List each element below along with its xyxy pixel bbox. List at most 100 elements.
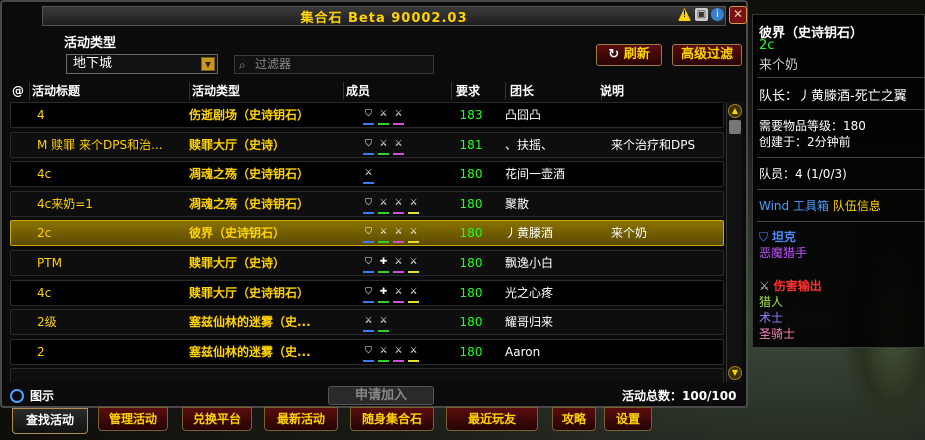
row-members: ⚔ ⚔ — [363, 310, 443, 335]
scroll-thumb[interactable] — [729, 120, 741, 134]
row-members: ⛉ ⚔ ⚔ ⚔ — [363, 221, 443, 246]
detail-note: 来个奶 — [759, 58, 799, 73]
search-icon: ⌕ — [239, 58, 246, 72]
toolbox-suffix: 队伍信息 — [832, 199, 881, 213]
dps-role-icon: ⚔ — [378, 139, 389, 155]
tab-2[interactable]: 兑换平台 — [182, 407, 252, 431]
class-color-bar — [408, 211, 419, 214]
dps-role-icon: ⚔ — [393, 287, 404, 303]
tab-5[interactable]: 最近玩友 — [446, 407, 538, 431]
filter-input[interactable]: ⌕ 过滤器 — [234, 55, 434, 74]
tab-7[interactable]: 设置 — [604, 407, 652, 431]
dps-role-icon: ⚔ — [408, 287, 419, 303]
class-color-bar — [378, 123, 389, 125]
apply-button[interactable]: 申请加入 — [328, 386, 434, 405]
class-color-bar — [378, 330, 389, 333]
list-row[interactable]: PTM 赎罪大厅（史诗） ⛉ ✚ ⚔ ⚔ 180 飘逸小白 — [10, 250, 724, 276]
list-row[interactable]: 4 伤逝剧场（史诗钥石） ⛉ ⚔ ⚔ 183 凸囧凸 — [10, 102, 724, 128]
row-type: 塞兹仙林的迷雾（史... — [189, 344, 311, 359]
legend-label[interactable]: 图示 — [30, 387, 54, 404]
class-color-bar — [408, 241, 419, 244]
class-color-bar — [363, 152, 374, 155]
detail-dungeon: 彼界（史诗钥石） — [759, 26, 864, 41]
row-title: 2级 — [37, 315, 57, 330]
total-count: 活动总数：100/100 — [622, 389, 737, 403]
class-color-bar — [363, 123, 374, 125]
tab-4[interactable]: 随身集合石 — [350, 407, 434, 431]
column-req[interactable]: 要求 — [456, 82, 506, 100]
row-leader: 、扶摇、 — [505, 137, 554, 152]
divider — [757, 157, 925, 158]
detail-members: 队员：4 (1/0/3) — [759, 167, 847, 181]
row-requirement: 180 — [459, 226, 483, 241]
dps-member-1: 猎人 — [759, 295, 784, 309]
list-row[interactable]: ......... — [10, 368, 724, 382]
class-color-bar — [363, 300, 374, 303]
info-icon[interactable]: i — [711, 8, 724, 21]
dps-role-icon: ⚔ — [393, 198, 404, 214]
tab-6[interactable]: 攻略 — [552, 407, 596, 431]
column-title[interactable]: 活动标题 — [32, 82, 190, 100]
column-note[interactable]: 说明 — [600, 82, 720, 100]
list-row[interactable]: 2 塞兹仙林的迷雾（史... ⛉ ⚔ ⚔ ⚔ 180 Aaron — [10, 338, 724, 365]
column-type[interactable]: 活动类型 — [192, 82, 344, 100]
list-row[interactable]: M 赎罪 来个DPS和治... 赎罪大厅（史诗） ⛉ ⚔ ⚔ 181 、扶摇、 来个治疗和DP… — [10, 131, 724, 158]
class-color-bar — [393, 152, 404, 155]
tank-role-icon: ⛉ — [363, 287, 374, 303]
row-type: 赎罪大厅（史诗） — [189, 137, 286, 152]
dps-role-icon: ⚔ — [378, 198, 389, 214]
row-requirement: 180 — [459, 196, 483, 211]
class-color-bar — [393, 271, 404, 273]
refresh-label: 刷新 — [623, 47, 650, 62]
class-color-bar — [363, 241, 374, 244]
list-row[interactable]: 4c 赎罪大厅（史诗钥石） ⛉ ✚ ⚔ ⚔ 180 光之心疼 — [10, 279, 724, 306]
settings-icon[interactable]: ▣ — [695, 8, 708, 21]
activity-type-dropdown[interactable]: 地下城 ▼ — [66, 54, 218, 74]
class-color-bar — [393, 211, 404, 214]
class-color-bar — [393, 300, 404, 303]
row-type: 凋魂之殇（史诗钥石） — [189, 196, 310, 211]
scroll-up-icon[interactable]: ▲ — [728, 104, 742, 118]
list-row[interactable]: 4c 凋魂之殇（史诗钥石） ⚔ 180 花间一壶酒 — [10, 161, 724, 188]
class-color-bar — [363, 182, 374, 185]
title-bar[interactable]: 集合石 Beta 90002.03 — [42, 6, 726, 26]
list-row[interactable]: 2级 塞兹仙林的迷雾（史... ⚔ ⚔ 180 耀哥归来 — [10, 309, 724, 336]
class-color-bar — [393, 241, 404, 244]
tank-role-icon: ⛉ — [363, 139, 374, 155]
toolbox-mid: 工具箱 — [793, 199, 830, 213]
row-title: 4 — [37, 108, 45, 122]
dps-role-icon: ⚔ — [363, 316, 374, 333]
class-color-bar — [378, 300, 389, 303]
class-color-bar — [363, 211, 374, 214]
column-members[interactable]: 成员 — [346, 82, 452, 100]
row-title: ... — [37, 374, 49, 382]
close-button[interactable]: ✕ — [729, 6, 747, 24]
dps-member-2: 术士 — [759, 311, 784, 325]
shield-icon: ⛉ — [759, 230, 769, 244]
tab-3[interactable]: 最新活动 — [264, 407, 338, 431]
dps-role-icon: ⚔ — [393, 257, 404, 273]
refresh-button[interactable]: ↻ 刷新 — [596, 44, 662, 66]
row-title: 4c — [37, 167, 52, 182]
column-leader[interactable]: 团长 — [510, 82, 602, 100]
list-row[interactable]: 4c来奶=1 凋魂之殇（史诗钥石） ⛉ ⚔ ⚔ ⚔ 180 聚散 — [10, 190, 724, 217]
column-at[interactable]: @ — [12, 82, 30, 100]
row-leader: 花间一壶酒 — [505, 167, 566, 182]
footer-bar: 图示 申请加入 活动总数：100/100 — [6, 385, 746, 407]
advanced-filter-button[interactable]: 高级过滤 — [672, 44, 742, 66]
dps-role-icon: ⚔ — [393, 139, 404, 155]
dropdown-arrow-icon[interactable]: ▼ — [201, 57, 215, 71]
row-members: ⛉ ⚔ ⚔ ⚔ — [363, 192, 443, 217]
sword-icon: ⚔ — [759, 279, 770, 293]
tab-0[interactable]: 查找活动 — [12, 408, 88, 434]
row-requirement: 180 — [459, 167, 483, 182]
row-leader: 丿黄滕酒 — [505, 226, 554, 241]
dps-role-icon: ⚔ — [378, 227, 389, 244]
list-row[interactable]: 2c 彼界（史诗钥石） ⛉ ⚔ ⚔ ⚔ 180 丿黄滕酒 来个奶 — [10, 220, 724, 247]
scroll-down-icon[interactable]: ▼ — [728, 366, 742, 380]
refresh-icon: ↻ — [608, 47, 624, 62]
dps-role-icon: ⚔ — [393, 109, 404, 125]
legend-toggle-icon[interactable] — [10, 389, 24, 403]
tab-1[interactable]: 管理活动 — [98, 407, 168, 431]
list-scrollbar[interactable]: ▲ ▼ — [726, 102, 742, 382]
